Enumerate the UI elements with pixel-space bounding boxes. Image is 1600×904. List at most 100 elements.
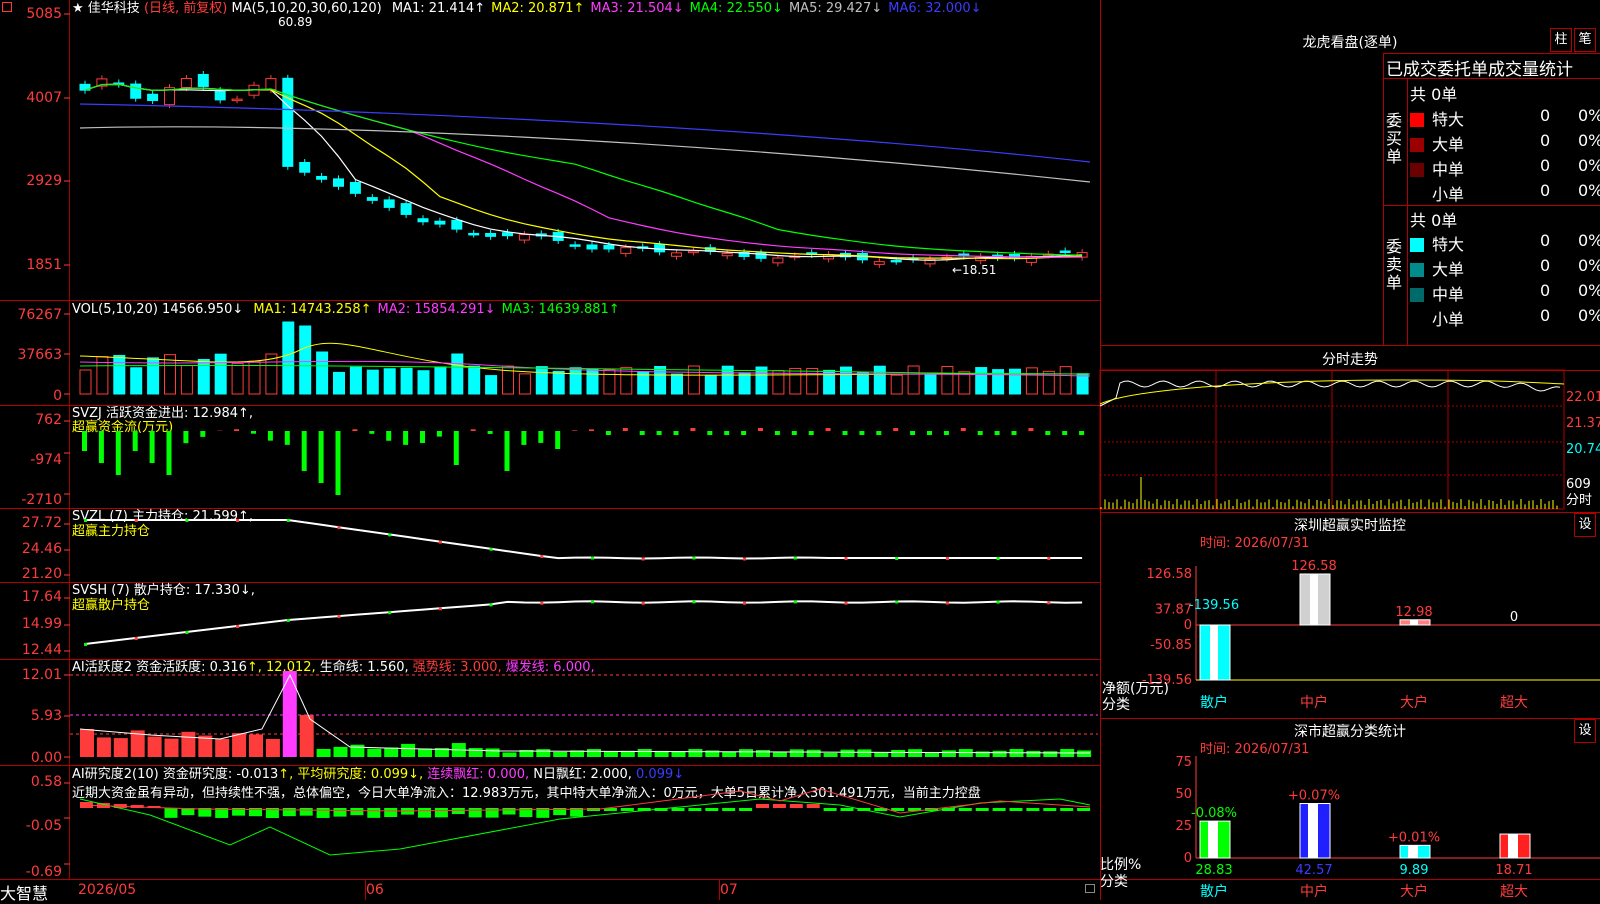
order-pct: 0% [1578,281,1600,300]
volume-bar [80,370,91,394]
lock-icon[interactable] [1085,884,1095,893]
candlestick-chart[interactable] [0,0,1100,300]
volume-bar [131,368,142,394]
capital-flow-chart[interactable] [0,405,1100,508]
flow-bar [589,429,594,431]
research-bar [621,808,634,811]
volume-bar [807,369,818,394]
flow-bar [420,431,425,443]
order-row: 大单 [1410,256,1464,280]
holding-dot [236,519,239,522]
ratio-bar-chart[interactable]: 7550250-0.08%28.83散户+0.07%42.57中户+0.01%9… [1100,718,1600,900]
candle [131,84,141,98]
volume-bar [1026,368,1037,394]
date-tick [719,880,720,900]
flow-bar [859,431,864,435]
holding-dot [642,557,645,560]
holding-dot [135,519,138,522]
candle [655,245,665,252]
lhb-title: 龙虎看盘(逐单) [1100,32,1600,52]
ratio-change-label: +0.01% [1388,830,1440,845]
order-count: 0 [1540,156,1550,175]
flow-bar [758,428,763,431]
activity-bar [688,749,702,757]
research-bar [469,808,482,817]
classify-axis-label: 25 [1175,819,1192,834]
ma-line [85,84,1082,258]
activity-bar [587,749,601,757]
volume-bar [705,375,716,394]
holding-dot [591,600,594,603]
volume-bar [519,374,530,394]
volume-bar [232,363,243,394]
bar-highlight [1308,804,1318,858]
flow-bar [1062,431,1067,435]
volume-chart[interactable] [0,300,1100,405]
flow-bar [251,431,256,434]
holding-line [85,520,1082,558]
order-count: 0 [1540,306,1550,325]
volume-bar [655,367,666,394]
activity-bar [824,753,838,757]
divider [1383,205,1600,206]
flow-bar [707,431,712,435]
activity-bar [384,748,398,757]
order-size-label: 特大 [1432,110,1464,129]
ai-activity-chart[interactable] [0,659,1100,765]
research-bar [486,808,499,818]
classify-xlabel: 分类 [1100,874,1128,890]
holding-dot [1047,601,1050,604]
divider [1100,345,1600,346]
research-bar [773,804,786,808]
volume-bar [604,370,615,394]
activity-bar [114,738,128,757]
flow-bar [927,431,932,435]
date-tick [365,880,366,900]
holding-dot [439,541,442,544]
research-bar [993,808,1006,811]
order-size-label: 小单 [1432,185,1464,204]
net-flow-label: 126.58 [1291,559,1337,574]
main-holding-chart[interactable] [0,508,1100,582]
bar-view-button[interactable]: 柱 [1550,28,1572,52]
legend-swatch [1410,263,1424,277]
ma-line [80,104,1090,162]
flow-bar [234,429,239,431]
flow-bar [893,428,898,431]
research-bar [435,808,448,817]
flow-bar [792,431,797,435]
flow-bar [505,431,510,471]
activity-bar [165,739,179,757]
order-row: 中单 [1410,281,1464,305]
intraday-chart[interactable] [1100,370,1600,512]
volume-bar [891,375,902,394]
category-label: 超大 [1500,884,1528,900]
ai-research-chart[interactable] [0,765,1100,879]
category-label: 大户 [1400,883,1428,900]
research-bar [672,808,685,811]
intraday-vol-unit: 分时 [1566,493,1592,509]
volume-bar [452,354,463,394]
holding-dot [84,643,87,646]
activity-bar [739,749,753,757]
activity-bar [604,751,618,757]
candle [874,262,884,265]
intraday-price-label: 21.37 [1566,416,1600,432]
legend-swatch [1410,113,1424,127]
research-bar [807,804,820,808]
activity-bar [97,737,111,757]
activity-bar [841,750,855,757]
net-flow-bar-chart[interactable]: 126.5837.870-50.85-139.56-139.56散户126.58… [1100,512,1600,718]
holding-dot [743,557,746,560]
tick-view-button[interactable]: 笔 [1574,28,1596,52]
bar-highlight [1208,821,1218,858]
volume-bar [334,372,345,394]
holding-dot [743,602,746,605]
flow-bar [741,431,746,435]
order-size-label: 特大 [1432,235,1464,254]
candle [604,245,614,249]
retail-holding-chart[interactable] [0,582,1100,659]
category-label: 散户 [1200,883,1228,900]
classify-axis-label: 0 [1184,851,1192,866]
volume-bar [181,366,192,394]
